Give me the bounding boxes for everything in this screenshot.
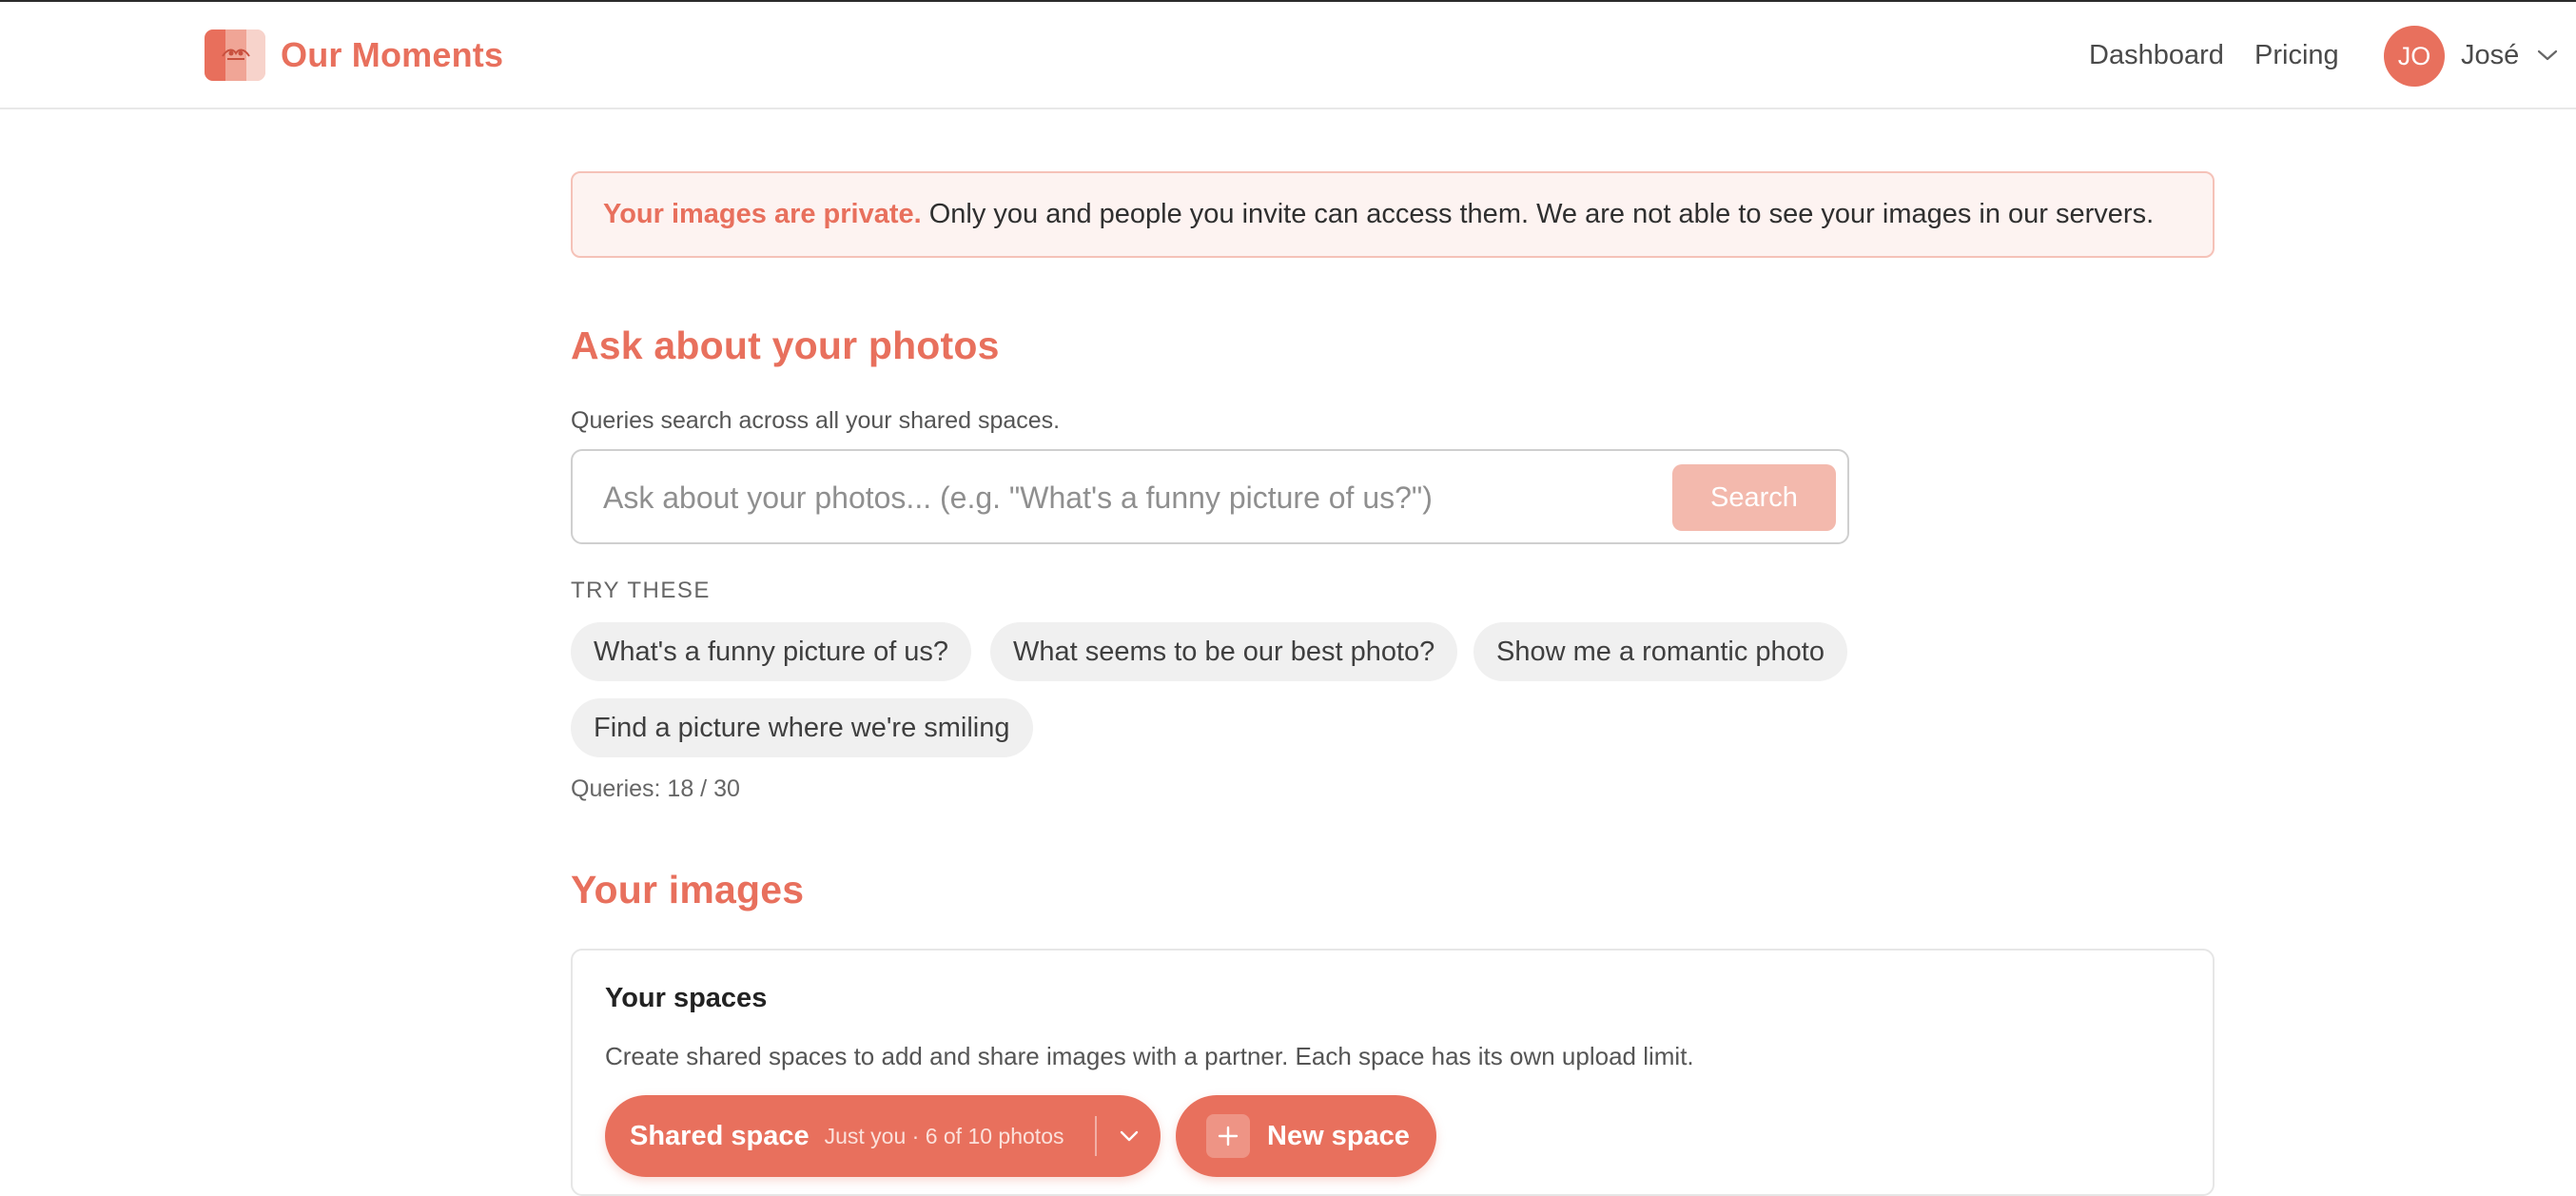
space-divider	[1095, 1116, 1097, 1156]
try-these-label: TRY THESE	[571, 578, 711, 603]
space-selector-button[interactable]: Shared space Just you · 6 of 10 photos	[605, 1095, 1161, 1177]
new-space-button[interactable]: New space	[1176, 1095, 1436, 1177]
ask-section-subtitle: Queries search across all your shared sp…	[571, 407, 1061, 434]
suggestion-chip[interactable]: What's a funny picture of us?	[571, 622, 972, 681]
couple-photo-logo-icon	[205, 29, 265, 81]
search-button[interactable]: Search	[1672, 464, 1836, 531]
top-navbar: Our Moments Dashboard Pricing JO José	[0, 2, 2576, 109]
plus-icon	[1206, 1114, 1250, 1158]
nav-dashboard-link[interactable]: Dashboard	[2089, 40, 2224, 71]
suggestion-chip[interactable]: What seems to be our best photo?	[990, 622, 1458, 681]
ask-section-title: Ask about your photos	[571, 324, 1000, 367]
nav-pricing-link[interactable]: Pricing	[2254, 40, 2339, 71]
privacy-banner: Your images are private. Only you and pe…	[571, 171, 2215, 258]
spaces-title: Your spaces	[605, 983, 768, 1013]
user-avatar[interactable]: JO	[2384, 26, 2445, 87]
privacy-banner-strong: Your images are private.	[603, 199, 922, 229]
user-name[interactable]: José	[2461, 40, 2519, 71]
chevron-down-icon[interactable]	[1117, 1124, 1142, 1148]
spaces-description: Create shared spaces to add and share im…	[605, 1042, 1694, 1070]
suggestion-chip[interactable]: Find a picture where we're smiling	[571, 698, 1033, 757]
search-input[interactable]	[603, 474, 1630, 521]
images-section-title: Your images	[571, 868, 805, 912]
brand-link[interactable]: Our Moments	[205, 29, 503, 82]
space-meta: Just you · 6 of 10 photos	[824, 1123, 1064, 1148]
spaces-card: Your spaces Create shared spaces to add …	[571, 949, 2215, 1196]
new-space-label: New space	[1267, 1120, 1410, 1151]
privacy-banner-text: Only you and people you invite can acces…	[928, 199, 2155, 229]
space-name: Shared space	[630, 1120, 810, 1151]
suggestion-chip[interactable]: Show me a romantic photo	[1473, 622, 1847, 681]
search-box: Search	[571, 449, 1849, 544]
brand-name[interactable]: Our Moments	[281, 35, 503, 75]
queries-counter: Queries: 18 / 30	[571, 775, 740, 802]
chevron-down-icon[interactable]	[2536, 48, 2559, 63]
